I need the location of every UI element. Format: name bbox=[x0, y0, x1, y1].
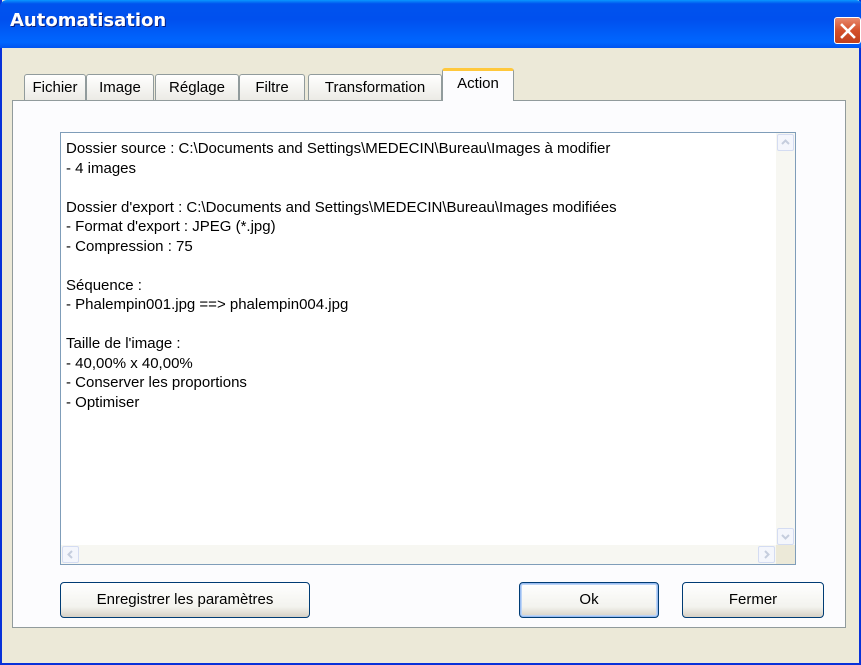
summary-textbox[interactable]: Dossier source : C:\Documents and Settin… bbox=[60, 132, 796, 565]
scroll-right-button[interactable] bbox=[758, 546, 775, 563]
summary-line: - 4 images bbox=[66, 159, 137, 177]
summary-line: - Phalempin001.jpg ==> phalempin004.jpg bbox=[66, 296, 349, 313]
summary-line: Séquence : bbox=[66, 276, 142, 294]
summary-line: - Optimiser bbox=[66, 393, 140, 411]
horizontal-scrollbar[interactable] bbox=[61, 545, 776, 564]
tab-action[interactable]: Action bbox=[442, 68, 514, 101]
summary-line bbox=[66, 256, 771, 276]
close-window-button[interactable] bbox=[834, 17, 861, 44]
chevron-right-icon bbox=[764, 550, 770, 559]
window-title: Automatisation bbox=[10, 10, 167, 31]
tab-transformation[interactable]: Transformation bbox=[308, 74, 442, 100]
summary-line bbox=[66, 178, 771, 198]
scroll-down-button[interactable] bbox=[777, 528, 794, 545]
vertical-scrollbar[interactable] bbox=[776, 133, 795, 546]
scroll-left-button[interactable] bbox=[62, 546, 79, 563]
close-button[interactable]: Fermer bbox=[682, 582, 824, 618]
tab-image[interactable]: Image bbox=[86, 74, 154, 100]
summary-line: - Compression : 75 bbox=[66, 237, 193, 255]
chevron-down-icon bbox=[781, 534, 790, 540]
scroll-up-button[interactable] bbox=[777, 134, 794, 151]
summary-line bbox=[66, 315, 771, 335]
dialog-body: Fichier Image Réglage Filtre Transformat… bbox=[2, 48, 859, 663]
action-panel: Dossier source : C:\Documents and Settin… bbox=[12, 100, 846, 628]
summary-line: Taille de l'image : bbox=[66, 335, 181, 352]
title-bar[interactable]: Automatisation bbox=[0, 0, 861, 48]
scrollbar-corner bbox=[776, 545, 795, 564]
summary-line: - Conserver les proportions bbox=[66, 374, 247, 391]
chevron-up-icon bbox=[781, 139, 790, 145]
tab-filtre[interactable]: Filtre bbox=[239, 74, 305, 100]
tab-fichier[interactable]: Fichier bbox=[24, 74, 86, 100]
summary-line: Dossier source : C:\Documents and Settin… bbox=[66, 140, 611, 157]
automation-dialog: Automatisation Fichier Image Réglage Fil… bbox=[0, 0, 861, 665]
close-icon bbox=[840, 23, 856, 39]
summary-line: - Format d'export : JPEG (*.jpg) bbox=[66, 218, 276, 235]
summary-text: Dossier source : C:\Documents and Settin… bbox=[66, 139, 771, 412]
save-parameters-button[interactable]: Enregistrer les paramètres bbox=[60, 582, 310, 618]
summary-line: - 40,00% x 40,00% bbox=[66, 354, 193, 372]
chevron-left-icon bbox=[67, 550, 73, 559]
summary-line: Dossier d'export : C:\Documents and Sett… bbox=[66, 198, 617, 216]
tab-reglage[interactable]: Réglage bbox=[155, 74, 239, 100]
ok-button[interactable]: Ok bbox=[519, 582, 659, 618]
